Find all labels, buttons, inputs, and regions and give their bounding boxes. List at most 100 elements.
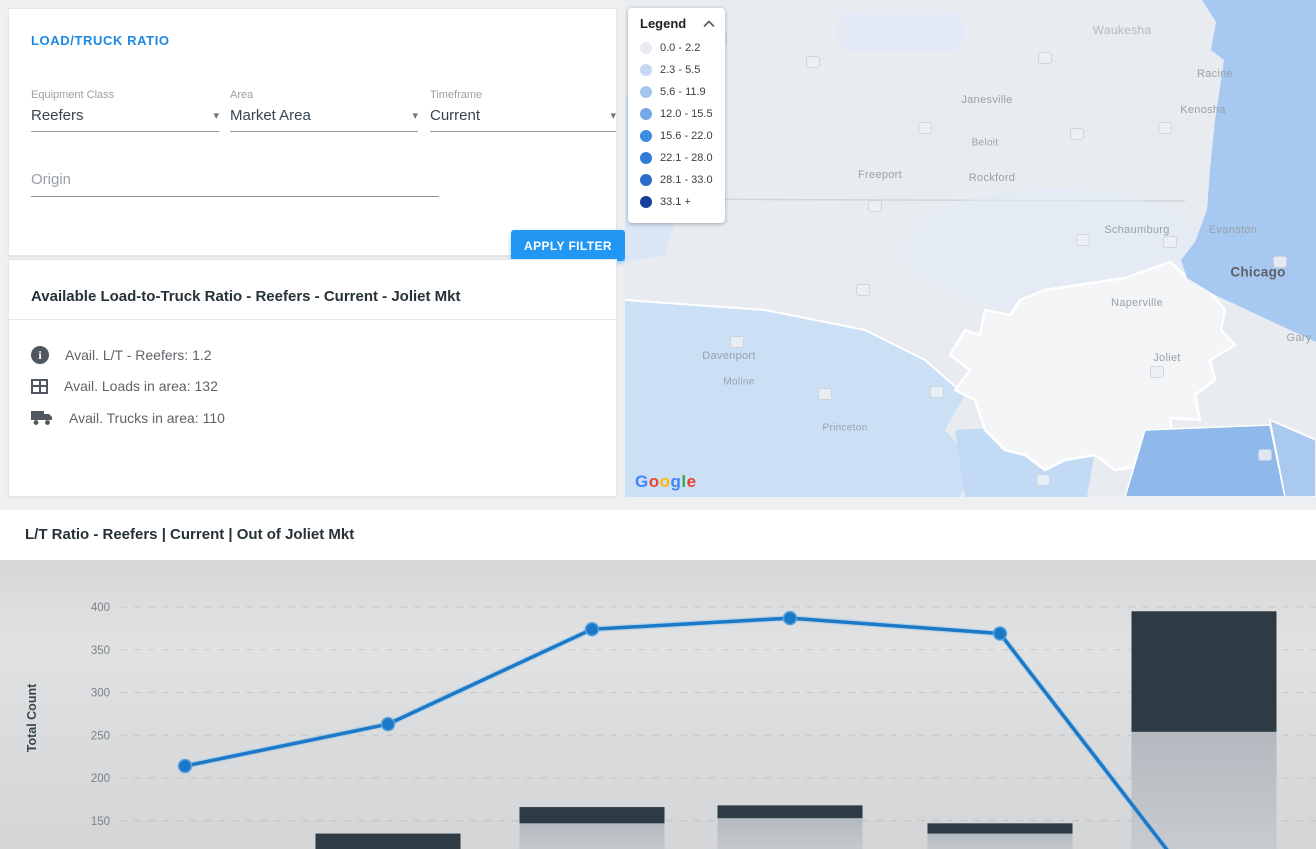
truck-count-bar — [928, 823, 1073, 833]
road-shield-icon — [1070, 128, 1084, 140]
google-logo: Google — [635, 472, 697, 492]
truck-count-bar — [520, 807, 665, 823]
chart-panel: L/T Ratio - Reefers | Current | Out of J… — [0, 510, 1316, 849]
chart-plot-area: 400350300250200150Total Count — [0, 560, 1316, 849]
truck-icon — [31, 410, 53, 426]
road-shield-icon — [1158, 122, 1172, 134]
load-count-bar — [928, 834, 1073, 849]
chevron-down-icon: ▾ — [412, 109, 418, 122]
stat-loads-text: Avail. Loads in area: 132 — [64, 378, 218, 394]
truck-count-bar — [718, 805, 863, 818]
stat-trucks-text: Avail. Trucks in area: 110 — [69, 410, 225, 426]
equipment-class-label: Equipment Class — [31, 89, 219, 101]
map-legend-item: 33.1 + — [640, 191, 715, 213]
ratio-data-point — [994, 627, 1007, 640]
chevron-up-icon[interactable] — [703, 20, 715, 28]
road-shield-icon — [818, 388, 832, 400]
panel-title: LOAD/TRUCK RATIO — [31, 33, 170, 48]
legend-range-label: 28.1 - 33.0 — [660, 174, 713, 186]
area-dropdown[interactable]: Area Market Area ▾ — [230, 89, 418, 132]
legend-range-label: 33.1 + — [660, 196, 691, 208]
map-legend-item: 0.0 - 2.2 — [640, 37, 715, 59]
chevron-down-icon: ▾ — [213, 109, 219, 122]
stat-ratio-text: Avail. L/T - Reefers: 1.2 — [65, 347, 212, 363]
legend-range-label: 0.0 - 2.2 — [660, 42, 700, 54]
map-legend-card: Legend 0.0 - 2.2 2.3 - 5.5 5.6 - 11.9 12.0 … — [628, 8, 725, 223]
chevron-down-icon: ▾ — [610, 109, 616, 122]
stat-row-ratio: i Avail. L/T - Reefers: 1.2 — [31, 346, 212, 364]
google-logo-letter: o — [660, 472, 671, 491]
map-legend-item: 12.0 - 15.5 — [640, 103, 715, 125]
info-icon: i — [31, 346, 49, 364]
load-count-bar — [718, 818, 863, 849]
legend-color-dot — [640, 42, 652, 54]
legend-range-label: 12.0 - 15.5 — [660, 108, 713, 120]
y-tick-label: 350 — [91, 645, 110, 657]
legend-color-dot — [640, 130, 652, 142]
legend-color-dot — [640, 174, 652, 186]
road-shield-icon — [1273, 256, 1287, 268]
map-legend-item: 5.6 - 11.9 — [640, 81, 715, 103]
google-logo-letter: g — [671, 472, 682, 491]
y-tick-label: 300 — [91, 688, 110, 700]
ratio-data-point — [586, 623, 599, 636]
origin-input[interactable] — [31, 167, 439, 197]
area-label: Area — [230, 89, 418, 101]
ratio-data-point — [179, 760, 192, 773]
road-shield-icon — [1076, 234, 1090, 246]
truck-count-bar — [1132, 611, 1277, 732]
ratio-line — [185, 618, 1204, 849]
dashboard: LOAD/TRUCK RATIO Equipment Class Reefers… — [0, 0, 1316, 849]
divider — [9, 319, 616, 320]
map-legend-item: 22.1 - 28.0 — [640, 147, 715, 169]
area-value: Market Area — [230, 107, 311, 124]
equipment-class-value: Reefers — [31, 107, 84, 124]
legend-range-label: 5.6 - 11.9 — [660, 86, 706, 98]
map-legend-item: 28.1 - 33.0 — [640, 169, 715, 191]
road-shield-icon — [856, 284, 870, 296]
legend-range-label: 22.1 - 28.0 — [660, 152, 713, 164]
legend-color-dot — [640, 108, 652, 120]
ratio-data-point — [382, 718, 395, 731]
filters-panel: LOAD/TRUCK RATIO Equipment Class Reefers… — [8, 8, 617, 256]
map-legend-items: 0.0 - 2.2 2.3 - 5.5 5.6 - 11.9 12.0 - 15.5 1… — [640, 37, 715, 213]
legend-range-label: 2.3 - 5.5 — [660, 64, 700, 76]
road-shield-icon — [918, 122, 932, 134]
chart-title: L/T Ratio - Reefers | Current | Out of J… — [25, 526, 354, 543]
y-axis-title: Total Count — [25, 683, 39, 752]
road-shield-icon — [806, 56, 820, 68]
y-tick-label: 400 — [91, 602, 110, 614]
y-tick-label: 200 — [91, 773, 110, 785]
timeframe-label: Timeframe — [430, 89, 616, 101]
ratio-data-point — [784, 612, 797, 625]
google-logo-letter: G — [635, 472, 649, 491]
google-logo-letter: e — [687, 472, 697, 491]
summary-title: Available Load-to-Truck Ratio - Reefers … — [31, 288, 461, 305]
legend-color-dot — [640, 64, 652, 76]
map-legend-title: Legend — [640, 16, 686, 31]
road-shield-icon — [1036, 474, 1050, 486]
summary-panel: Available Load-to-Truck Ratio - Reefers … — [8, 259, 617, 497]
road-shield-icon — [930, 386, 944, 398]
road-shield-icon — [868, 200, 882, 212]
road-shield-icon — [1150, 366, 1164, 378]
y-tick-label: 150 — [91, 816, 110, 828]
apply-filter-button[interactable]: APPLY FILTER — [511, 230, 625, 261]
map[interactable]: WaukeshaRacineKenoshaJanesvilleBeloitFre… — [625, 0, 1316, 497]
chart-svg: 400350300250200150Total Count — [0, 560, 1316, 849]
map-legend-item: 15.6 - 22.0 — [640, 125, 715, 147]
legend-range-label: 15.6 - 22.0 — [660, 130, 713, 142]
stat-row-trucks: Avail. Trucks in area: 110 — [31, 410, 225, 426]
road-shield-icon — [1038, 52, 1052, 64]
legend-color-dot — [640, 152, 652, 164]
google-logo-letter: o — [649, 472, 660, 491]
grid-icon — [31, 379, 48, 394]
timeframe-value: Current — [430, 107, 480, 124]
timeframe-dropdown[interactable]: Timeframe Current ▾ — [430, 89, 616, 132]
road-shield-icon — [1258, 449, 1272, 461]
equipment-class-dropdown[interactable]: Equipment Class Reefers ▾ — [31, 89, 219, 132]
road-shield-icon — [1163, 236, 1177, 248]
map-legend-item: 2.3 - 5.5 — [640, 59, 715, 81]
load-count-bar — [520, 823, 665, 849]
legend-color-dot — [640, 196, 652, 208]
